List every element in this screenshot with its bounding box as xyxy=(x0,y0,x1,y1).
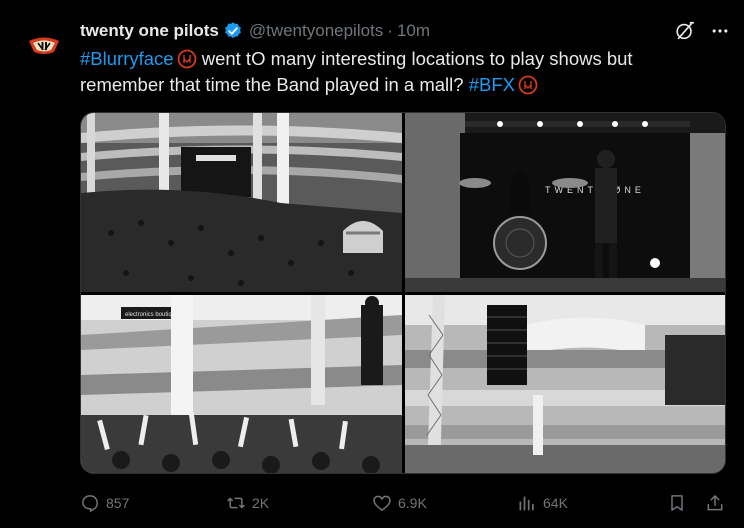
reply-icon xyxy=(82,495,98,513)
hashtag-bfx[interactable]: #BFX xyxy=(469,74,515,95)
author-display-name[interactable]: twenty one pilots xyxy=(80,19,219,43)
share-icon xyxy=(707,495,723,511)
view-count: 64K xyxy=(543,495,568,511)
media-grid: TWENTY ØNE electronics boutique xyxy=(80,112,726,474)
tweet-top-actions xyxy=(674,20,730,42)
bookmark-icon xyxy=(671,495,683,511)
views-button[interactable]: 64K xyxy=(517,490,568,516)
band-logo-icon xyxy=(24,26,64,66)
like-count: 6.9K xyxy=(398,495,427,511)
repost-icon xyxy=(227,497,245,509)
singer-on-balcony-photo[interactable]: electronics boutique xyxy=(81,295,402,473)
blurryface-hashflag-icon xyxy=(518,75,538,95)
repost-button[interactable]: 2K xyxy=(226,490,269,516)
drummer-and-singer-on-stage-photo[interactable]: TWENTY ØNE xyxy=(405,113,725,292)
like-button[interactable]: 6.9K xyxy=(372,490,427,516)
tweet-actions: 857 2K 6.9K 64K xyxy=(80,490,730,516)
more-options-icon[interactable] xyxy=(710,21,730,41)
views-chart-icon xyxy=(519,496,534,511)
tweet[interactable]: twenty one pilots @twentyonepilots · 10m… xyxy=(0,0,744,528)
hashtag-blurryface[interactable]: #Blurryface xyxy=(80,48,174,69)
separator-dot: · xyxy=(387,21,393,40)
speaker-array-in-mall-photo[interactable] xyxy=(405,295,725,473)
tweet-timestamp[interactable]: 10m xyxy=(397,19,430,43)
heart-icon xyxy=(373,495,391,512)
tweet-header: twenty one pilots @twentyonepilots · 10m xyxy=(80,19,430,43)
store-sign-text: electronics boutique xyxy=(125,312,179,318)
reply-count: 857 xyxy=(106,495,130,511)
share-button[interactable] xyxy=(705,490,731,516)
author-handle[interactable]: @twentyonepilots xyxy=(249,19,383,43)
grok-icon[interactable] xyxy=(674,20,696,42)
reply-button[interactable]: 857 xyxy=(80,490,129,516)
author-avatar[interactable] xyxy=(24,26,64,66)
bookmark-button[interactable] xyxy=(667,490,693,516)
verified-badge-icon xyxy=(224,22,241,39)
crowd-in-mall-photo[interactable] xyxy=(81,113,402,292)
repost-count: 2K xyxy=(252,495,270,511)
blurryface-hashflag-icon xyxy=(177,49,196,69)
tweet-text: #Blurryface went tO many interesting loc… xyxy=(80,46,720,98)
